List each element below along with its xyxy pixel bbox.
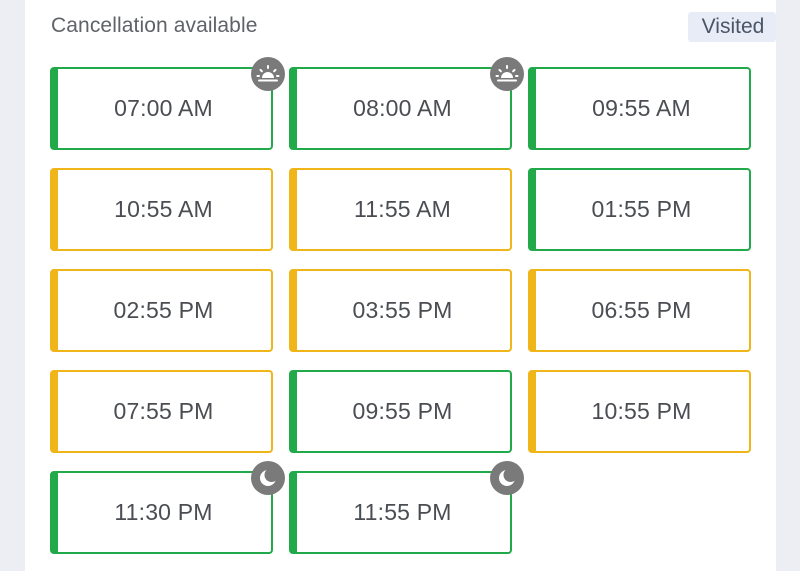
time-slot[interactable]: 03:55 PM xyxy=(289,269,512,352)
moon-icon xyxy=(490,461,524,495)
visited-badge: Visited xyxy=(688,12,776,42)
time-slot[interactable]: 11:55 PM xyxy=(289,461,524,554)
time-slot-label: 10:55 PM xyxy=(591,398,692,424)
time-slot-label: 03:55 PM xyxy=(352,297,453,323)
cancellation-available-label: Cancellation available xyxy=(51,14,258,37)
time-slot-label: 10:55 AM xyxy=(114,196,213,222)
time-slot[interactable]: 11:55 AM xyxy=(289,168,512,251)
time-slot[interactable]: 01:55 PM xyxy=(528,168,751,251)
sunrise-icon xyxy=(490,57,524,91)
time-slot[interactable]: 11:30 PM xyxy=(50,461,285,554)
time-slot-label: 11:30 PM xyxy=(114,499,213,525)
moon-icon xyxy=(251,461,285,495)
time-slot-grid: 07:00 AM 08:00 AM 09:55 AM 10:55 AM 11:5… xyxy=(50,57,751,554)
time-slot-label: 11:55 PM xyxy=(353,499,452,525)
time-slot[interactable]: 10:55 PM xyxy=(528,370,751,453)
time-slot-label: 06:55 PM xyxy=(591,297,692,323)
sunrise-icon xyxy=(251,57,285,91)
time-slot-label: 09:55 AM xyxy=(592,95,691,121)
time-slot[interactable]: 07:00 AM xyxy=(50,57,285,150)
time-slot-label: 02:55 PM xyxy=(113,297,214,323)
time-slot-label: 08:00 AM xyxy=(353,95,452,121)
time-slot[interactable]: 09:55 PM xyxy=(289,370,512,453)
time-slot[interactable]: 09:55 AM xyxy=(528,67,751,150)
time-slot-label: 09:55 PM xyxy=(352,398,453,424)
time-slot-label: 01:55 PM xyxy=(591,196,692,222)
time-slot[interactable]: 06:55 PM xyxy=(528,269,751,352)
time-slot[interactable]: 10:55 AM xyxy=(50,168,273,251)
time-slot[interactable]: 07:55 PM xyxy=(50,370,273,453)
time-slot-label: 07:55 PM xyxy=(113,398,214,424)
time-slot-label: 11:55 AM xyxy=(353,196,452,222)
time-slot-label: 07:00 AM xyxy=(114,95,213,121)
time-slot[interactable]: 02:55 PM xyxy=(50,269,273,352)
time-slot[interactable]: 08:00 AM xyxy=(289,57,524,150)
